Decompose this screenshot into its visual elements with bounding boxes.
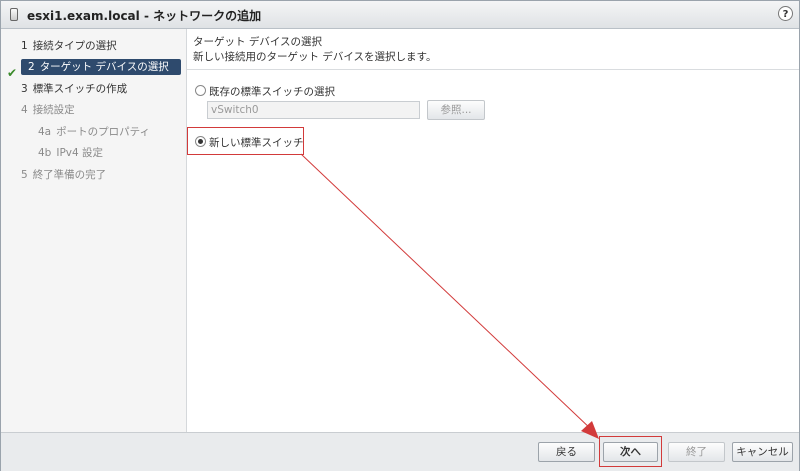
- window-icon: [10, 8, 18, 21]
- existing-switch-label[interactable]: 既存の標準スイッチの選択: [209, 84, 335, 99]
- next-button[interactable]: 次へ: [603, 442, 658, 462]
- wizard-steps: ✔ 1 接続タイプの選択 2 ターゲット デバイスの選択 3 標準スイッチの作成 4接…: [1, 29, 187, 432]
- back-button[interactable]: 戻る: [538, 442, 595, 462]
- step-target-device[interactable]: 2 ターゲット デバイスの選択: [21, 59, 181, 75]
- page-header: ターゲット デバイスの選択 新しい接続用のターゲット デバイスを選択します。: [187, 29, 799, 70]
- step-connection-type[interactable]: 1 接続タイプの選択: [21, 38, 117, 54]
- step-ready-to-complete: 5 終了準備の完了: [21, 169, 107, 181]
- wizard-content: ターゲット デバイスの選択 新しい接続用のターゲット デバイスを選択します。 既…: [187, 29, 799, 432]
- help-icon[interactable]: ?: [778, 6, 793, 21]
- finish-button[interactable]: 終了: [668, 442, 725, 462]
- step-connection-settings: 4 接続設定: [21, 104, 75, 116]
- title-bar: esxi1.exam.local - ネットワークの追加 ?: [1, 1, 799, 29]
- wizard-window: esxi1.exam.local - ネットワークの追加 ? ✔ 1 接続タイプの…: [0, 0, 800, 471]
- existing-switch-radio[interactable]: [195, 85, 206, 96]
- check-icon: ✔: [7, 66, 18, 80]
- new-switch-radio[interactable]: [195, 136, 206, 147]
- page-title: ターゲット デバイスの選択: [193, 36, 323, 48]
- switch-name-field[interactable]: [207, 101, 420, 119]
- window-title: esxi1.exam.local - ネットワークの追加: [27, 9, 262, 23]
- cancel-button[interactable]: キャンセル: [732, 442, 793, 462]
- browse-button[interactable]: 参照...: [427, 100, 485, 120]
- step-port-properties: 4a ポートのプロパティ: [38, 126, 150, 138]
- step-create-switch[interactable]: 3 標準スイッチの作成: [21, 81, 127, 97]
- new-switch-label[interactable]: 新しい標準スイッチ: [209, 135, 304, 150]
- step-ipv4-settings: 4b IPv4 設定: [38, 147, 104, 159]
- wizard-footer: 戻る 次へ 終了 キャンセル: [1, 432, 799, 471]
- page-description: 新しい接続用のターゲット デバイスを選択します。: [193, 51, 437, 63]
